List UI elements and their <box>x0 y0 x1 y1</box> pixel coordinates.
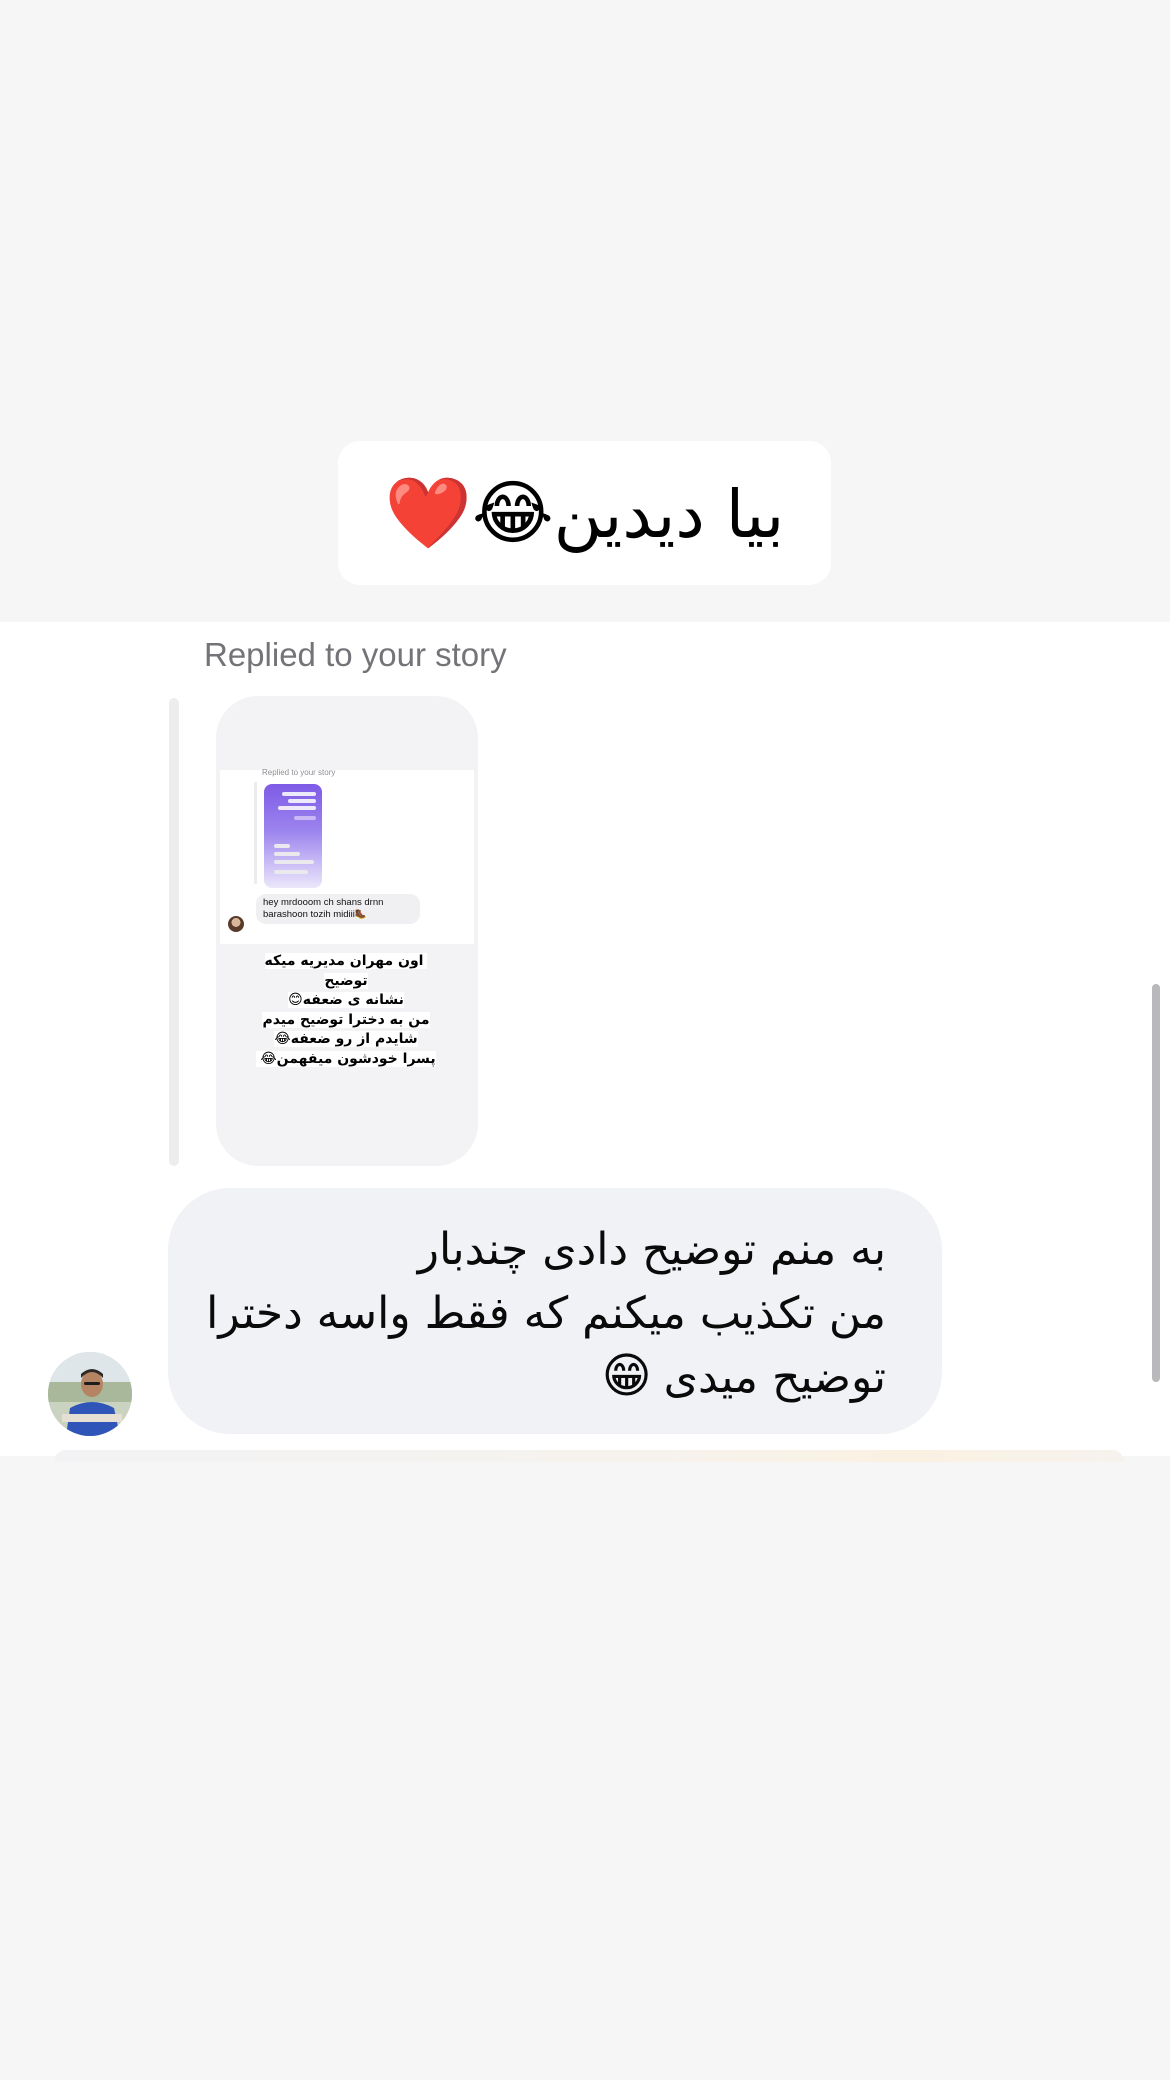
received-message-bubble[interactable]: به منم توضیح دادی چندبار من تکذیب میکنم … <box>168 1188 942 1434</box>
message-line-last: توضیح میدی😁 <box>601 1348 886 1404</box>
story-inner-avatar <box>228 916 244 932</box>
grinning-emoji: 😁 <box>601 1348 652 1404</box>
story-caption-text: بیا دیدین😂❤️ <box>384 472 785 554</box>
profile-photo-icon <box>48 1352 132 1436</box>
story-caption: بیا دیدین😂❤️ <box>338 441 831 585</box>
next-message-peek <box>54 1450 1124 1462</box>
replied-to-story-label: Replied to your story <box>204 636 507 673</box>
story-thumbnail[interactable]: Replied to your story hey mrdooom ch sha… <box>216 696 478 1166</box>
story-inner-quote-bar <box>254 782 257 884</box>
reply-quote-bar <box>169 698 179 1166</box>
message-thread: Replied to your story Replied to your st… <box>0 622 1170 1456</box>
scrollbar[interactable] <box>1152 984 1160 1382</box>
story-screenshot: Replied to your story hey mrdooom ch sha… <box>220 768 474 944</box>
message-line: من تکذیب میکنم که فقط واسه دخترا <box>206 1288 886 1339</box>
story-overlay-text: اون مهران مدیریه میکه توضیح نشانه ی ضعفه… <box>246 952 446 1069</box>
message-line: به منم توضیح دادی چندبار <box>417 1224 886 1275</box>
red-heart-emoji: ❤️ <box>384 472 472 554</box>
story-inner-message: hey mrdooom ch shans drnn barashoon tozi… <box>256 894 420 924</box>
tears-of-joy-emoji: 😂 <box>472 472 554 554</box>
sender-avatar[interactable] <box>48 1352 132 1436</box>
story-inner-thumbnail <box>264 784 322 888</box>
received-message-text: به منم توضیح دادی چندبار من تکذیب میکنم … <box>186 1218 886 1410</box>
story-inner-replied-label: Replied to your story <box>262 768 336 777</box>
